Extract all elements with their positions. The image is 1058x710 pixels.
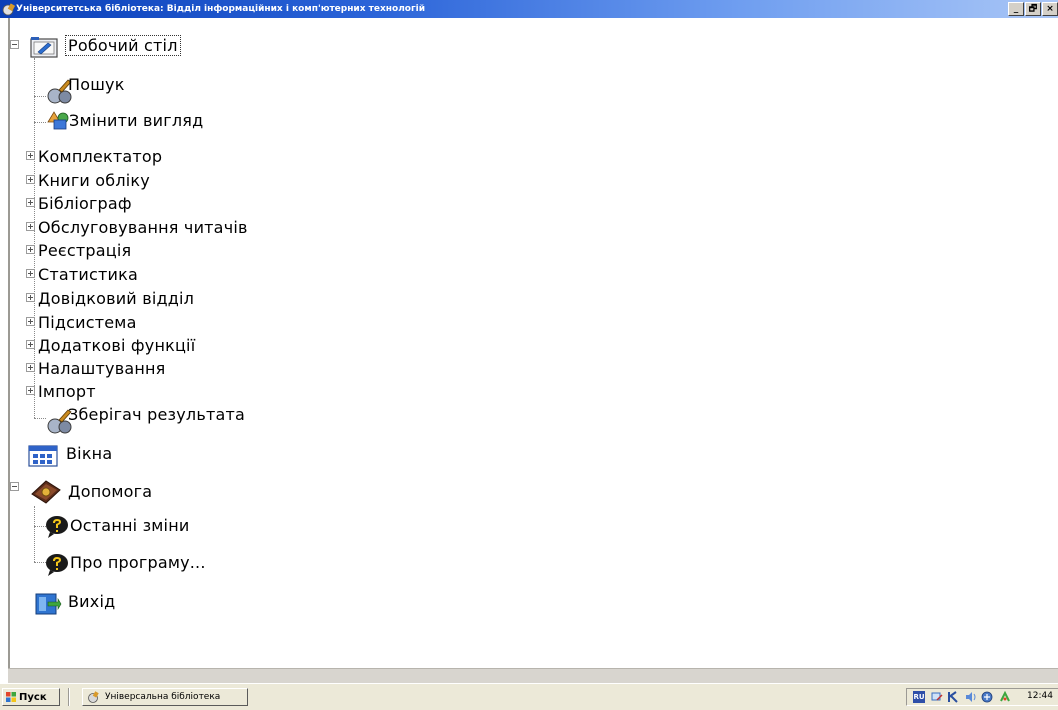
tree-item-search[interactable]: Пошук bbox=[68, 75, 125, 94]
tree-item-registration[interactable]: Реєстрація bbox=[38, 241, 131, 260]
tree-item-import[interactable]: Імпорт bbox=[38, 382, 96, 401]
language-indicator[interactable]: RU bbox=[913, 691, 925, 703]
tree-item-statistics[interactable]: Статистика bbox=[38, 265, 138, 284]
collapse-toggle[interactable] bbox=[10, 40, 19, 49]
tree-item-subsystem[interactable]: Підсистема bbox=[38, 313, 137, 332]
expand-toggle[interactable] bbox=[26, 222, 35, 231]
expand-toggle[interactable] bbox=[26, 363, 35, 372]
taskbar: Пуск Універсальна бібліотека RU 12:44 bbox=[0, 683, 1058, 710]
start-button[interactable]: Пуск bbox=[2, 688, 60, 706]
help-book-icon bbox=[31, 480, 61, 504]
expand-toggle[interactable] bbox=[26, 293, 35, 302]
expand-toggle[interactable] bbox=[26, 317, 35, 326]
volume-icon[interactable] bbox=[965, 691, 977, 703]
windows-grid-icon bbox=[28, 445, 58, 467]
tree-item-desktop[interactable]: Робочий стіл bbox=[65, 35, 181, 56]
expand-toggle[interactable] bbox=[26, 340, 35, 349]
start-label: Пуск bbox=[19, 692, 47, 703]
tree-item-help[interactable]: Допомога bbox=[68, 482, 152, 501]
tree-item-result-saver[interactable]: Зберігач результата bbox=[68, 405, 245, 424]
tree-item-windows[interactable]: Вікна bbox=[66, 444, 112, 463]
tree-line bbox=[34, 506, 35, 562]
expand-toggle[interactable] bbox=[26, 198, 35, 207]
network-icon[interactable] bbox=[931, 691, 943, 703]
k-tray-icon[interactable] bbox=[947, 691, 959, 703]
tree-item-reader-service[interactable]: Обслуговування читачів bbox=[38, 218, 248, 237]
exit-door-icon bbox=[35, 593, 62, 615]
clock: 12:44 bbox=[1027, 691, 1053, 701]
windows-flag-icon bbox=[6, 692, 16, 702]
security-icon[interactable] bbox=[981, 691, 993, 703]
desktop-icon bbox=[30, 37, 58, 58]
collapse-toggle[interactable] bbox=[10, 482, 19, 491]
taskbar-app-label: Універсальна бібліотека bbox=[105, 692, 221, 702]
tree-item-settings[interactable]: Налаштування bbox=[38, 359, 165, 378]
app-icon bbox=[88, 691, 99, 703]
tree-item-bibliographer[interactable]: Бібліограф bbox=[38, 194, 132, 213]
expand-toggle[interactable] bbox=[26, 386, 35, 395]
navigation-tree: Робочий стіл Пошук Змінити вигляд Компле… bbox=[0, 0, 1058, 668]
expand-toggle[interactable] bbox=[26, 151, 35, 160]
tree-item-about[interactable]: Про програму... bbox=[70, 553, 206, 572]
expand-toggle[interactable] bbox=[26, 245, 35, 254]
tree-item-reference-dept[interactable]: Довідковий відділ bbox=[38, 289, 194, 308]
expand-toggle[interactable] bbox=[26, 175, 35, 184]
tree-item-change-view[interactable]: Змінити вигляд bbox=[69, 111, 203, 130]
tree-item-accounting-books[interactable]: Книги обліку bbox=[38, 171, 150, 190]
expand-toggle[interactable] bbox=[26, 269, 35, 278]
help-question-icon bbox=[46, 516, 68, 538]
shapes-icon bbox=[47, 111, 69, 130]
taskbar-separator bbox=[68, 688, 70, 706]
tree-item-exit[interactable]: Вихід bbox=[68, 592, 115, 611]
tree-item-acquisitions[interactable]: Комплектатор bbox=[38, 147, 162, 166]
help-question-icon bbox=[46, 554, 68, 576]
taskbar-app-button[interactable]: Універсальна бібліотека bbox=[82, 688, 248, 706]
status-bar bbox=[8, 668, 1058, 683]
tree-item-extra-functions[interactable]: Додаткові функції bbox=[38, 336, 195, 355]
system-tray: RU 12:44 bbox=[906, 688, 1058, 706]
tree-item-label: Робочий стіл bbox=[65, 35, 181, 56]
tree-item-recent-changes[interactable]: Останні зміни bbox=[70, 516, 189, 535]
antivirus-icon[interactable] bbox=[999, 691, 1011, 703]
